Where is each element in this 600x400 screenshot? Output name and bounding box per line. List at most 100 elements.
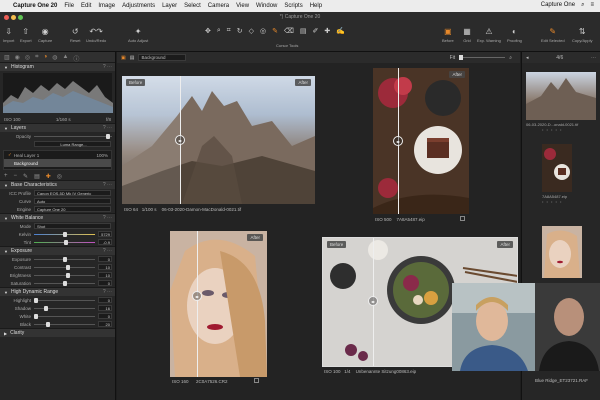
saturation-slider-knob[interactable] <box>63 280 68 286</box>
library-tab-icon[interactable]: ▥ <box>4 54 10 61</box>
kelvin-slider[interactable] <box>34 231 95 237</box>
opacity-slider-knob[interactable] <box>105 133 110 139</box>
add-layer-icon[interactable]: + <box>4 173 8 179</box>
split-handle-icon[interactable]: ◂▸ <box>175 135 185 145</box>
split-handle-icon[interactable]: ◂▸ <box>192 291 202 301</box>
brightness-slider-knob[interactable] <box>66 272 71 278</box>
layers-header[interactable]: ▼ Layers ? ⋯ <box>0 123 115 132</box>
keystone-tool-icon[interactable]: ◇ <box>249 27 254 35</box>
section-tools-icon[interactable]: ? ⋯ <box>103 248 112 254</box>
copy-apply-button[interactable]: ⇅ Copy/Apply <box>572 26 592 44</box>
shadow-slider-knob[interactable] <box>43 305 48 311</box>
opacity-slider[interactable] <box>34 133 112 139</box>
contrast-value[interactable]: 10 <box>98 264 112 270</box>
menu-help[interactable]: Help <box>310 3 322 9</box>
menu-edit[interactable]: Edit <box>81 3 91 9</box>
clone-icon[interactable]: ◎ <box>57 173 62 180</box>
heal-icon[interactable]: ✚ <box>46 173 51 180</box>
tint-slider-knob[interactable] <box>63 239 68 245</box>
metadata-tab-icon[interactable]: ⓘ <box>73 54 79 63</box>
layer-check-icon[interactable]: ✓ <box>8 152 12 158</box>
details-tab-icon[interactable]: ▲ <box>62 54 68 60</box>
brush-icon[interactable]: ✎ <box>23 173 28 180</box>
capture-one-status[interactable]: Capture One <box>541 2 575 9</box>
rotate-tool-icon[interactable]: ↻ <box>237 27 243 35</box>
menu-image[interactable]: Image <box>98 3 115 9</box>
saturation-slider[interactable] <box>34 280 95 286</box>
annotate-tool-icon[interactable]: ✍ <box>336 27 345 35</box>
lens-tab-icon[interactable]: ◎ <box>25 54 30 61</box>
capture-tab-icon[interactable]: ◉ <box>15 54 20 61</box>
image-2-select-checkbox[interactable] <box>460 216 465 221</box>
thumbnail-portrait[interactable] <box>542 226 582 278</box>
fit-label[interactable]: Fit <box>450 55 456 61</box>
browser-prev-icon[interactable]: ◂ <box>526 55 529 61</box>
black-value[interactable]: 20 <box>98 321 112 327</box>
wb-mode-select[interactable]: Shot <box>34 223 111 229</box>
exposure-header[interactable]: ▼ Exposure ? ⋯ <box>0 246 115 255</box>
menu-app-name[interactable]: Capture One 20 <box>13 3 57 9</box>
tint-value[interactable]: -0.9 <box>98 239 112 245</box>
crop-tool-icon[interactable]: ⌗ <box>227 27 231 35</box>
exposure-slider-knob[interactable] <box>63 256 68 262</box>
menu-window[interactable]: Window <box>256 3 277 9</box>
viewer-image-mountains[interactable]: ◂▸ Before After <box>122 76 315 204</box>
capture-button[interactable]: ◉ Capture <box>38 26 52 44</box>
image-3-select-checkbox[interactable] <box>254 378 259 383</box>
edit-selected-button[interactable]: ✎ Edit Selected <box>541 26 565 44</box>
menu-view[interactable]: View <box>236 3 249 9</box>
before-button[interactable]: ▣ Before <box>442 26 454 44</box>
base-characteristics-header[interactable]: ▼ Base Characteristics ? ⋯ <box>0 180 115 189</box>
zoom-tool-icon[interactable]: ⌕ <box>217 27 221 35</box>
shadow-value[interactable]: 16 <box>98 305 112 311</box>
import-button[interactable]: ⇩ Import <box>3 26 14 44</box>
section-tools-icon[interactable]: ? ⋯ <box>103 64 112 70</box>
histogram-header[interactable]: ▼ Histogram ? ⋯ <box>0 62 115 71</box>
black-slider-knob[interactable] <box>46 321 51 327</box>
menu-select[interactable]: Select <box>184 3 201 9</box>
zoom-slider[interactable] <box>459 55 506 60</box>
menu-camera[interactable]: Camera <box>208 3 229 9</box>
exposure-warning-button[interactable]: ⚠ Exp. Warning <box>477 26 501 44</box>
gradient-tool-icon[interactable]: ▤ <box>300 27 307 35</box>
curve-select[interactable]: Auto <box>34 198 111 204</box>
thumbnail-cake[interactable] <box>542 144 572 192</box>
split-handle-icon[interactable]: ◂▸ <box>393 136 403 146</box>
rating-stars[interactable]: • • • • • <box>542 127 562 132</box>
menu-adjustments[interactable]: Adjustments <box>122 3 155 9</box>
luma-range-button[interactable]: Luma Range... <box>34 141 111 147</box>
white-slider[interactable] <box>34 313 95 319</box>
remove-layer-icon[interactable]: − <box>14 173 18 179</box>
contrast-slider[interactable] <box>34 264 95 270</box>
zoom-slider-knob[interactable] <box>459 55 464 60</box>
highlight-value[interactable]: 0 <box>98 297 112 303</box>
black-slider[interactable] <box>34 321 95 327</box>
minimize-window-button[interactable] <box>11 15 16 20</box>
pan-tool-icon[interactable]: ✥ <box>205 27 211 35</box>
exposure-tab-icon[interactable]: ◑ <box>44 54 48 60</box>
white-value[interactable]: 0 <box>98 313 112 319</box>
kelvin-slider-knob[interactable] <box>63 231 68 237</box>
proofing-button[interactable]: ◐ Proofing <box>507 26 522 44</box>
browser-options-icon[interactable]: ⋯ <box>591 55 596 61</box>
rating-stars[interactable]: • • • • • <box>542 199 562 204</box>
menu-file[interactable]: File <box>64 3 74 9</box>
layer-item[interactable]: ✓ Heal Layer 1 100% <box>4 151 111 159</box>
spot-tool-icon[interactable]: ◎ <box>260 27 266 35</box>
zoom-icon[interactable]: ⌕ <box>509 55 512 61</box>
clarity-header[interactable]: ▶ Clarity <box>0 328 115 337</box>
layout-icon[interactable]: ▣ <box>121 55 126 61</box>
contrast-slider-knob[interactable] <box>66 264 71 270</box>
close-window-button[interactable] <box>4 15 9 20</box>
split-handle-icon[interactable]: ◂▸ <box>368 296 378 306</box>
section-tools-icon[interactable]: ? ⋯ <box>103 215 112 221</box>
picker-tool-icon[interactable]: ✐ <box>313 27 319 35</box>
gradient-icon[interactable]: ▤ <box>34 173 40 180</box>
viewer-image-cake[interactable]: ◂▸ After <box>373 68 469 214</box>
heal-tool-icon[interactable]: ✚ <box>324 27 330 35</box>
engine-select[interactable]: Capture One 20 <box>34 206 111 212</box>
export-button[interactable]: ⇧ Export <box>20 26 32 44</box>
eraser-tool-icon[interactable]: ⌫ <box>284 27 294 35</box>
kelvin-value[interactable]: 5729 <box>98 231 112 237</box>
tint-slider[interactable] <box>34 239 95 245</box>
